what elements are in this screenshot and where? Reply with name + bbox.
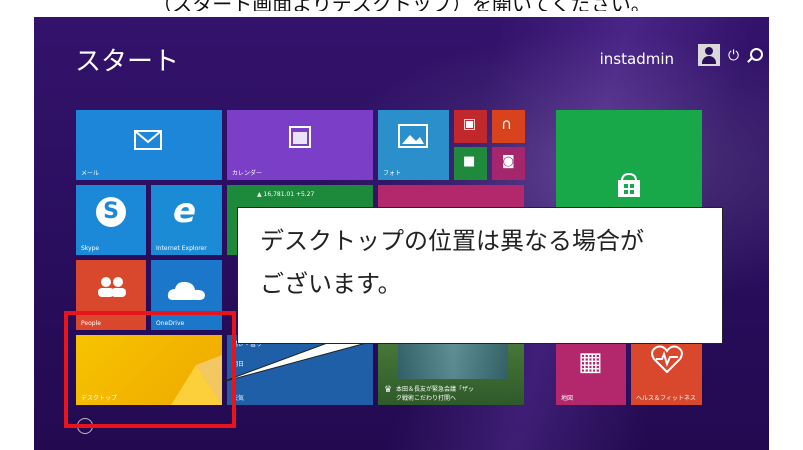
callout-line-1: デスクトップの位置は異なる場合が [260, 227, 644, 255]
callout-box: デスクトップの位置は異なる場合が ございます。 [237, 207, 723, 344]
callout-text: デスクトップの位置は異なる場合が ございます。 [260, 220, 700, 306]
callout-line-2: ございます。 [260, 270, 402, 298]
desktop-highlight-box [64, 311, 236, 428]
